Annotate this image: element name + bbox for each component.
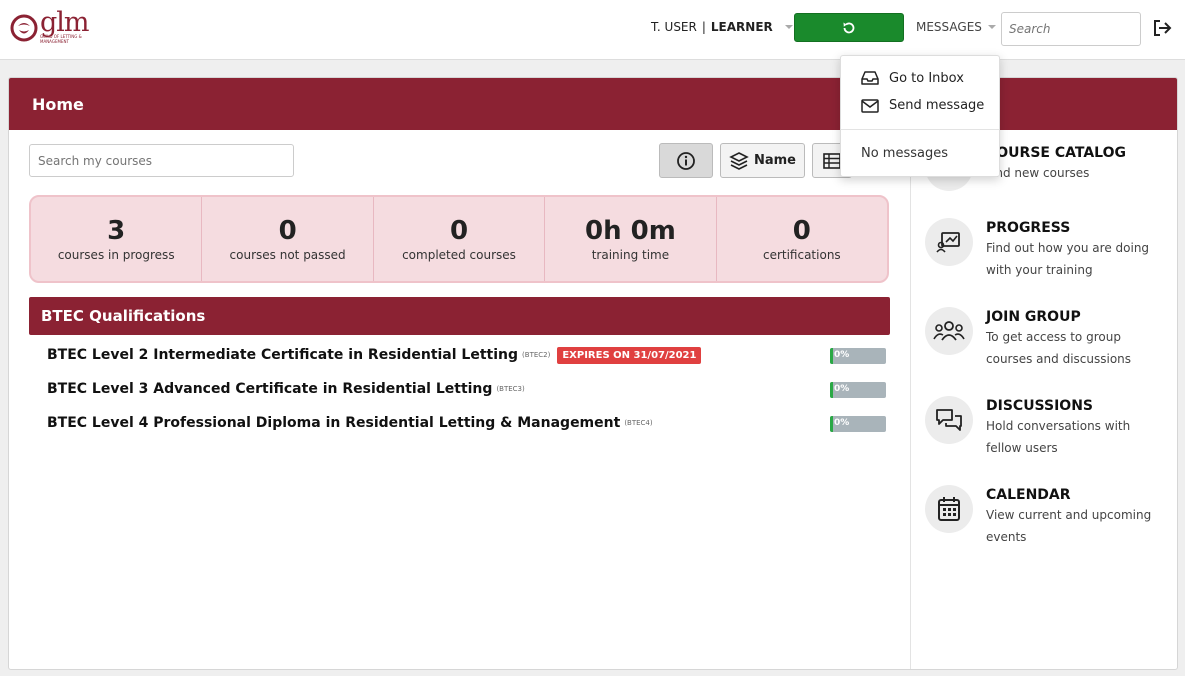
sidebar-item-desc: View current and upcoming events <box>986 508 1152 544</box>
sidebar-item-desc: Hold conversations with fellow users <box>986 419 1131 455</box>
panel-header: Home <box>9 78 1177 130</box>
stat-label: courses not passed <box>229 248 346 262</box>
logo-tagline: Guild of Letting & Management <box>40 34 82 44</box>
progress-bar: 0% <box>830 348 886 364</box>
go-to-inbox-item[interactable]: Go to Inbox <box>861 70 964 86</box>
top-bar: glm Guild of Letting & Management T. USE… <box>0 0 1185 60</box>
logo-word: glm <box>40 7 90 38</box>
logo-mark-icon <box>10 14 38 42</box>
messages-label: MESSAGES <box>916 20 982 34</box>
sidebar-item-title: COURSE CATALOG <box>986 145 1126 161</box>
stat-label: courses in progress <box>57 248 175 262</box>
stat-completed-courses: 0 completed courses <box>374 197 546 281</box>
calendar-icon <box>925 485 973 533</box>
user-menu[interactable]: T. USER | LEARNER <box>651 20 793 34</box>
messages-dropdown: Go to Inbox Send message No messages <box>840 55 1000 177</box>
global-search-input[interactable] <box>1001 12 1141 46</box>
glm-logo[interactable]: glm Guild of Letting & Management <box>10 7 100 44</box>
course-title[interactable]: BTEC Level 4 Professional Diploma in Res… <box>47 415 620 431</box>
sidebar-item-title: PROGRESS <box>986 220 1071 236</box>
sidebar-item-desc: Find out how you are doing with your tra… <box>986 241 1150 277</box>
refresh-icon <box>843 22 855 33</box>
stat-value: 0 <box>278 216 297 246</box>
course-code: (BTEC3) <box>496 385 525 393</box>
sidebar-item-calendar[interactable]: CALENDAR View current and upcoming event… <box>925 485 1175 548</box>
category-title: BTEC Qualifications <box>41 307 206 325</box>
inbox-icon <box>861 71 879 85</box>
sidebar-item-join-group[interactable]: JOIN GROUP To get access to group course… <box>925 307 1175 370</box>
progress-label: 0% <box>834 350 850 360</box>
stat-courses-not-passed: 0 courses not passed <box>202 197 374 281</box>
course-row[interactable]: BTEC Level 2 Intermediate Certificate in… <box>47 338 888 372</box>
stat-courses-in-progress: 3 courses in progress <box>31 197 203 281</box>
course-row[interactable]: BTEC Level 3 Advanced Certificate in Res… <box>47 372 888 406</box>
user-role: LEARNER <box>710 20 773 34</box>
sidebar-item-discussions[interactable]: DISCUSSIONS Hold conversations with fell… <box>925 396 1175 459</box>
envelope-icon <box>861 98 879 113</box>
home-panel: Home Name 3 courses in progress 0 course… <box>8 77 1178 670</box>
sidebar-item-title: CALENDAR <box>986 487 1071 503</box>
stat-training-time: 0h 0m training time <box>545 197 717 281</box>
discussions-icon <box>925 396 973 444</box>
stat-label: completed courses <box>402 248 516 262</box>
stat-value: 0 <box>792 216 811 246</box>
logout-icon[interactable] <box>1151 17 1173 39</box>
chevron-down-icon <box>784 25 793 29</box>
sidebar-item-progress[interactable]: PROGRESS Find out how you are doing with… <box>925 218 1175 281</box>
right-sidebar: COURSE CATALOG Find new courses PROGRESS… <box>910 130 1177 669</box>
user-name: T. USER <box>651 20 697 34</box>
stat-value: 3 <box>107 216 126 246</box>
progress-bar: 0% <box>830 382 886 398</box>
sync-button[interactable] <box>794 13 904 42</box>
sidebar-item-title: JOIN GROUP <box>986 309 1081 325</box>
user-separator: | <box>701 20 706 34</box>
progress-fill <box>830 382 833 398</box>
stat-value: 0h 0m <box>585 216 676 246</box>
group-icon <box>925 307 973 355</box>
progress-chart-icon <box>925 218 973 266</box>
progress-fill <box>830 348 833 364</box>
progress-label: 0% <box>834 384 850 394</box>
stats-summary: 3 courses in progress 0 courses not pass… <box>29 195 889 283</box>
sort-by-name-button[interactable]: Name <box>720 143 805 178</box>
sort-label: Name <box>753 153 796 168</box>
chevron-down-icon <box>987 25 996 29</box>
send-message-label: Send message <box>889 98 985 113</box>
course-title[interactable]: BTEC Level 3 Advanced Certificate in Res… <box>47 381 492 397</box>
no-messages-text: No messages <box>861 146 949 161</box>
info-view-button[interactable] <box>659 143 713 178</box>
sidebar-item-title: DISCUSSIONS <box>986 398 1094 414</box>
expiry-badge: EXPIRES ON 31/07/2021 <box>557 346 702 364</box>
course-list: BTEC Level 2 Intermediate Certificate in… <box>47 338 888 440</box>
layers-icon <box>729 151 749 170</box>
progress-label: 0% <box>834 418 850 428</box>
course-code: (BTEC4) <box>624 419 653 427</box>
stat-label: training time <box>591 248 670 262</box>
table-icon <box>823 152 841 169</box>
messages-menu[interactable]: MESSAGES <box>916 20 996 34</box>
page-title: Home <box>32 94 84 114</box>
stat-label: certifications <box>762 248 841 262</box>
stat-certifications: 0 certifications <box>717 197 887 281</box>
sidebar-item-desc: Find new courses <box>986 166 1090 180</box>
course-search-input[interactable] <box>29 144 294 177</box>
dropdown-divider <box>841 129 999 130</box>
course-code: (BTEC2) <box>522 351 551 359</box>
info-icon <box>677 151 695 170</box>
sidebar-item-desc: To get access to group courses and discu… <box>986 330 1132 366</box>
go-to-inbox-label: Go to Inbox <box>889 70 964 86</box>
category-header[interactable]: BTEC Qualifications <box>29 297 890 335</box>
course-row[interactable]: BTEC Level 4 Professional Diploma in Res… <box>47 406 888 440</box>
course-title[interactable]: BTEC Level 2 Intermediate Certificate in… <box>47 347 518 363</box>
stat-value: 0 <box>449 216 469 246</box>
progress-bar: 0% <box>830 416 886 432</box>
progress-fill <box>830 416 833 432</box>
send-message-item[interactable]: Send message <box>861 98 984 113</box>
